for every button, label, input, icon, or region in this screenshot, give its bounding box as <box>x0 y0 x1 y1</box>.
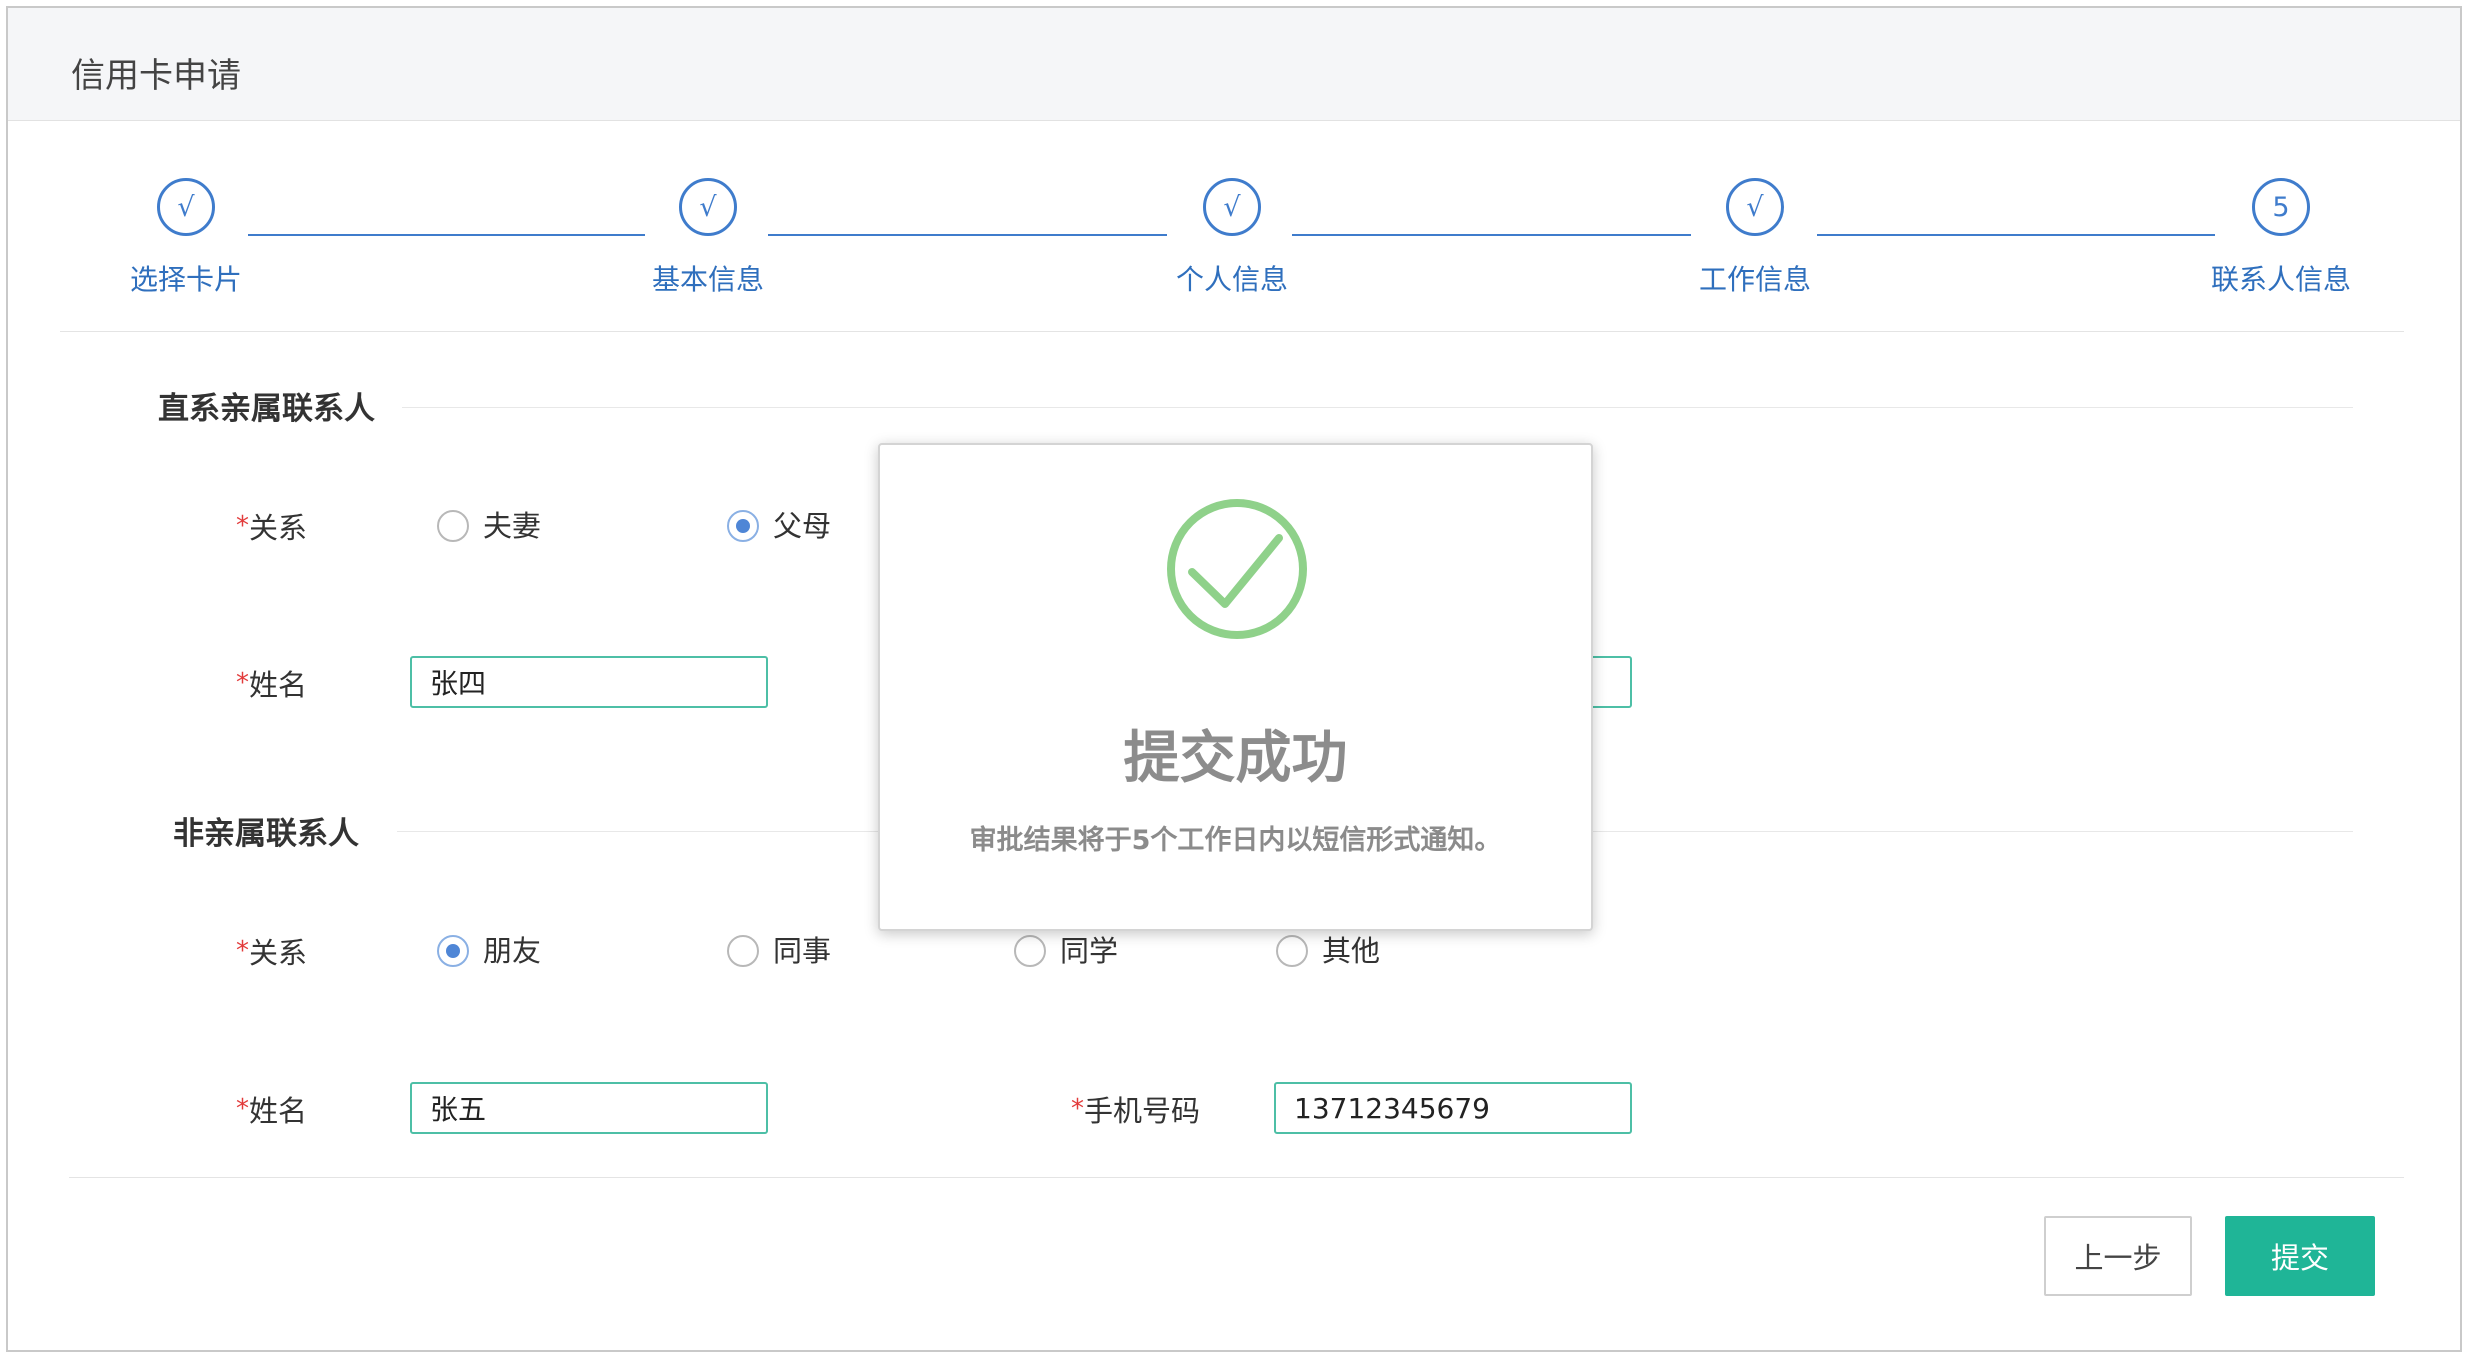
required-mark: * <box>236 936 249 966</box>
radio-label: 朋友 <box>483 934 542 968</box>
radio-option-classmate[interactable]: 同学 <box>1014 931 1118 971</box>
section-divider <box>402 407 2353 408</box>
radio-label: 父母 <box>773 509 832 543</box>
required-mark: * <box>236 511 249 541</box>
radio-option-spouse[interactable]: 夫妻 <box>437 506 541 546</box>
radio-option-colleague[interactable]: 同事 <box>727 931 831 971</box>
radio-option-friend[interactable]: 朋友 <box>437 931 541 971</box>
step-label-basic-info: 基本信息 <box>651 263 764 296</box>
submit-button[interactable]: 提交 <box>2225 1216 2375 1296</box>
field-label-name: *姓名 <box>236 1089 307 1131</box>
check-mark <box>1188 534 1283 608</box>
field-label-text: 姓名 <box>249 668 308 702</box>
step-label-personal-info: 个人信息 <box>1175 263 1288 296</box>
field-label-relation: *关系 <box>236 931 307 973</box>
page-title: 信用卡申请 <box>71 56 241 96</box>
field-label-text: 手机号码 <box>1084 1094 1201 1128</box>
non-relative-phone-input[interactable] <box>1274 1082 1632 1134</box>
step-label-select-card: 选择卡片 <box>129 263 242 296</box>
radio-label: 其他 <box>1322 934 1381 968</box>
check-circle-icon <box>1167 499 1307 639</box>
step-1-check-icon: √ <box>157 178 215 236</box>
step-label-work-info: 工作信息 <box>1698 263 1811 296</box>
radio-button[interactable] <box>1276 935 1308 967</box>
radio-option-other[interactable]: 其他 <box>1276 931 1380 971</box>
success-title: 提交成功 <box>1123 726 1348 791</box>
previous-step-button[interactable]: 上一步 <box>2044 1216 2192 1296</box>
field-label-text: 关系 <box>249 936 308 970</box>
radio-label: 夫妻 <box>483 509 542 543</box>
radio-button[interactable] <box>727 935 759 967</box>
required-mark: * <box>1071 1094 1084 1124</box>
step-label-contact-info: 联系人信息 <box>2210 263 2351 296</box>
step-3-check-icon: √ <box>1203 178 1261 236</box>
footer-divider <box>69 1177 2404 1178</box>
field-label-phone: *手机号码 <box>1071 1089 1200 1131</box>
radio-label: 同学 <box>1060 934 1119 968</box>
radio-label: 同事 <box>773 934 832 968</box>
step-connector <box>1817 234 2215 236</box>
step-connector <box>248 234 645 236</box>
success-message: 审批结果将于5个工作日内以短信形式通知。 <box>969 825 1502 856</box>
radio-button[interactable] <box>437 935 469 967</box>
steps-divider <box>60 331 2404 332</box>
section-title-non-relatives: 非亲属联系人 <box>173 816 359 852</box>
field-label-text: 关系 <box>249 511 308 545</box>
step-connector <box>1292 234 1691 236</box>
field-label-text: 姓名 <box>249 1094 308 1128</box>
step-5-number: 5 <box>2252 178 2310 236</box>
required-mark: * <box>236 668 249 698</box>
non-relative-name-input[interactable] <box>410 1082 768 1134</box>
field-label-name: *姓名 <box>236 663 307 705</box>
field-label-relation: *关系 <box>236 506 307 548</box>
section-title-direct-relatives: 直系亲属联系人 <box>158 391 375 427</box>
radio-button[interactable] <box>437 510 469 542</box>
step-connector <box>768 234 1167 236</box>
panel-header: 信用卡申请 <box>8 8 2460 121</box>
success-dialog: 提交成功 审批结果将于5个工作日内以短信形式通知。 <box>878 443 1593 931</box>
radio-option-parents[interactable]: 父母 <box>727 506 831 546</box>
step-4-check-icon: √ <box>1726 178 1784 236</box>
radio-button[interactable] <box>727 510 759 542</box>
page-root: 信用卡申请 √ √ √ √ 5 选择卡片 基本信息 个人信息 工作信息 联系人信… <box>0 0 2473 1358</box>
required-mark: * <box>236 1094 249 1124</box>
radio-button[interactable] <box>1014 935 1046 967</box>
direct-name-input[interactable] <box>410 656 768 708</box>
step-2-check-icon: √ <box>679 178 737 236</box>
